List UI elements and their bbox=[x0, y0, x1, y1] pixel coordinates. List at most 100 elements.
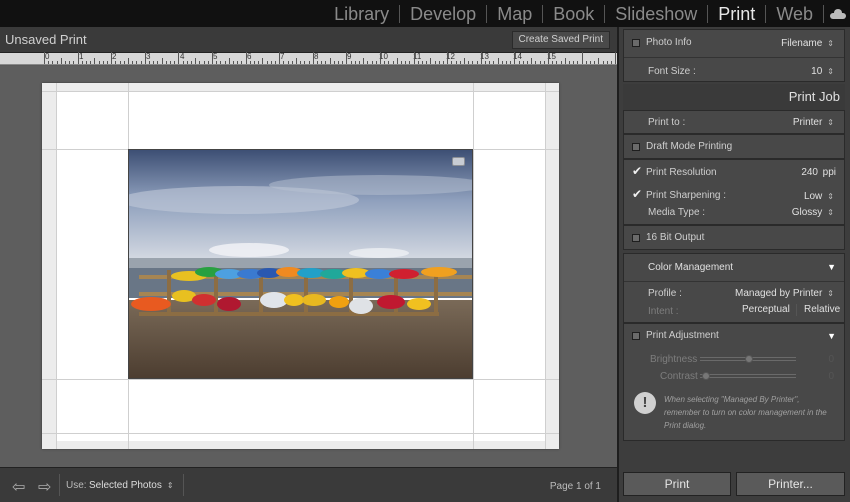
ruler-tick bbox=[291, 61, 293, 64]
margin-guide[interactable] bbox=[42, 91, 559, 92]
ruler-tick bbox=[401, 61, 402, 64]
ruler-tick bbox=[581, 52, 583, 64]
module-library[interactable]: Library bbox=[324, 3, 399, 25]
ruler-tick bbox=[128, 58, 129, 64]
ruler-tick bbox=[304, 61, 306, 64]
font-size-dropdown[interactable]: 10 ⇕ bbox=[811, 66, 834, 77]
ruler-tick bbox=[527, 61, 528, 64]
contrast-slider[interactable] bbox=[700, 374, 796, 378]
module-book[interactable]: Book bbox=[543, 3, 604, 25]
ruler-tick bbox=[111, 52, 113, 64]
profile-dropdown[interactable]: Managed by Printer ⇕ bbox=[735, 288, 834, 299]
print-page bbox=[42, 83, 559, 449]
use-label: Use: bbox=[66, 480, 87, 491]
margin-guide[interactable] bbox=[56, 83, 57, 449]
margin-guide[interactable] bbox=[545, 83, 546, 449]
ruler-tick bbox=[409, 61, 411, 64]
ruler-label: 0 bbox=[45, 52, 50, 61]
ruler-tick bbox=[296, 58, 297, 64]
ruler-tick bbox=[115, 61, 117, 64]
cell-guide[interactable] bbox=[42, 379, 559, 380]
media-type-dropdown[interactable]: Glossy ⇕ bbox=[792, 207, 834, 218]
ruler-tick bbox=[506, 61, 507, 64]
toolbar-separator bbox=[59, 474, 60, 496]
bit-output-checkbox[interactable] bbox=[632, 234, 640, 242]
collapse-triangle-icon[interactable]: ▼ bbox=[827, 262, 836, 272]
color-management-box: Color Management ▼ Profile : Managed by … bbox=[623, 253, 845, 323]
ruler-tick bbox=[539, 61, 541, 64]
printer-button[interactable]: Printer... bbox=[736, 472, 845, 496]
print-to-value: Printer bbox=[792, 117, 823, 128]
ruler-tick bbox=[606, 61, 608, 64]
media-type-label: Media Type : bbox=[648, 207, 706, 218]
page-options-box: Photo Info Filename ⇕ Font Size : 10 ⇕ bbox=[623, 29, 845, 82]
ruler-tick bbox=[325, 61, 327, 64]
print-to-dropdown[interactable]: Printer ⇕ bbox=[793, 117, 834, 128]
ruler-tick bbox=[598, 58, 600, 64]
ruler-tick bbox=[52, 61, 54, 64]
horizontal-ruler: 0 1 2 3 4 5 6 7 8 9 10 11 12 13 14 15 bbox=[0, 52, 617, 65]
print-adjustment-checkbox[interactable] bbox=[632, 332, 640, 340]
page-indicator: Page 1 of 1 bbox=[549, 481, 601, 492]
ruler-tick bbox=[485, 61, 486, 64]
brightness-slider-thumb[interactable] bbox=[745, 355, 753, 363]
module-develop[interactable]: Develop bbox=[400, 3, 486, 25]
module-web[interactable]: Web bbox=[766, 3, 823, 25]
ruler-tick bbox=[497, 58, 499, 64]
ruler-tick bbox=[594, 61, 596, 64]
media-type-value: Glossy bbox=[791, 207, 823, 218]
intent-separator bbox=[796, 304, 797, 316]
print-sharpening-dropdown[interactable]: Low ⇕ bbox=[804, 191, 834, 202]
ruler-tick bbox=[447, 52, 449, 64]
cell-guide[interactable] bbox=[473, 83, 474, 449]
intent-relative[interactable]: Relative bbox=[804, 304, 840, 315]
module-slideshow[interactable]: Slideshow bbox=[605, 3, 707, 25]
print-canvas bbox=[0, 66, 617, 467]
page-margin bbox=[545, 83, 559, 449]
ruler-tick bbox=[531, 58, 533, 64]
ruler-tick bbox=[98, 61, 100, 64]
kayak-photo bbox=[129, 150, 472, 378]
cloud-icon[interactable] bbox=[830, 8, 846, 19]
use-selector[interactable]: Selected Photos ⇕ bbox=[89, 480, 174, 491]
ruler-tick bbox=[518, 61, 520, 64]
ruler-tick bbox=[174, 61, 176, 64]
color-management-label: Color Management bbox=[648, 262, 734, 273]
next-arrow-icon[interactable]: ⇨ bbox=[38, 477, 51, 497]
create-saved-print-button[interactable]: Create Saved Print bbox=[511, 31, 610, 49]
contrast-slider-thumb[interactable] bbox=[702, 372, 710, 380]
previous-arrow-icon[interactable]: ⇦ bbox=[12, 477, 25, 497]
print-sharpening-checkbox[interactable]: ✔ bbox=[632, 188, 642, 200]
module-map[interactable]: Map bbox=[487, 3, 542, 25]
ruler-tick bbox=[350, 61, 352, 64]
ruler-tick bbox=[333, 61, 335, 64]
margin-guide[interactable] bbox=[42, 433, 559, 434]
print-resolution-value[interactable]: 240 bbox=[801, 167, 818, 178]
collapse-triangle-icon[interactable]: ▼ bbox=[827, 331, 836, 341]
ruler-tick bbox=[136, 61, 138, 64]
ruler-tick bbox=[522, 61, 524, 64]
ruler-tick bbox=[220, 61, 222, 64]
ruler-tick bbox=[161, 58, 163, 64]
ruler-tick bbox=[233, 61, 234, 64]
print-resolution-checkbox[interactable]: ✔ bbox=[632, 165, 642, 177]
updown-icon: ⇕ bbox=[827, 208, 834, 217]
ruler-tick bbox=[405, 61, 407, 64]
print-button[interactable]: Print bbox=[623, 472, 731, 496]
photo-info-dropdown[interactable]: Filename ⇕ bbox=[781, 38, 834, 49]
ruler-tick bbox=[86, 61, 87, 64]
ruler-tick bbox=[514, 52, 516, 64]
divider bbox=[624, 281, 844, 282]
ruler-tick bbox=[44, 52, 45, 64]
draft-mode-checkbox[interactable] bbox=[632, 143, 640, 151]
print-photo-cell[interactable] bbox=[128, 149, 473, 379]
ruler-tick bbox=[438, 61, 440, 64]
module-separator bbox=[823, 4, 824, 23]
photo-info-checkbox[interactable] bbox=[632, 39, 640, 47]
print-job-header[interactable]: Print Job bbox=[623, 84, 845, 110]
module-print[interactable]: Print bbox=[708, 3, 765, 25]
ruler-tick bbox=[56, 61, 58, 64]
intent-perceptual[interactable]: Perceptual bbox=[742, 304, 790, 315]
toolbar-separator bbox=[183, 474, 184, 496]
ruler-tick bbox=[564, 58, 566, 64]
